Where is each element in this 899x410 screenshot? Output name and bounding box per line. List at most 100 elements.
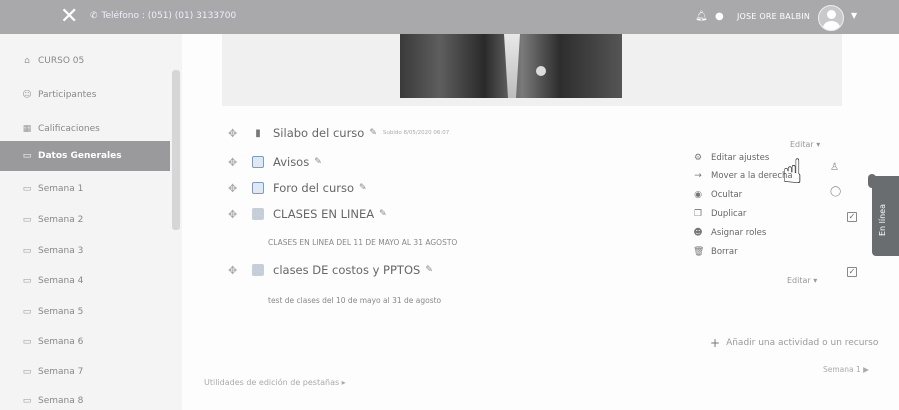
add-activity-link[interactable]: + Añadir una actividad o un recurso bbox=[710, 336, 878, 350]
move-icon[interactable]: ✥ bbox=[228, 182, 242, 195]
gear-icon: ⚙ bbox=[693, 153, 703, 163]
user-name[interactable]: JOSE ORE BALBIN bbox=[737, 12, 810, 21]
activity-description: CLASES EN LINEA DEL 11 DE MAYO AL 31 AGO… bbox=[268, 238, 458, 247]
sidebar-item-semana-3[interactable]: ▭ Semana 3 bbox=[0, 236, 170, 266]
sidebar-item-semana-8[interactable]: ▭ Semana 8 bbox=[0, 386, 170, 410]
activity-silabo[interactable]: ✥ ▮ Silabo del curso ✎ Subido 8/05/2020 … bbox=[228, 126, 449, 140]
avatar[interactable] bbox=[818, 5, 844, 31]
move-icon[interactable]: ✥ bbox=[228, 264, 242, 277]
sidebar-item-label: Datos Generales bbox=[38, 151, 122, 161]
edit-dropdown-costos[interactable]: Editar ▾ bbox=[787, 276, 817, 285]
sidebar-item-label: Semana 3 bbox=[38, 246, 84, 256]
url-icon bbox=[252, 264, 264, 276]
activity-name[interactable]: Foro del curso bbox=[273, 181, 354, 195]
sidebar-item-label: Semana 2 bbox=[38, 215, 84, 225]
users-icon: ☺ bbox=[22, 90, 32, 100]
activity-name[interactable]: CLASES EN LINEA bbox=[273, 207, 374, 221]
trash-icon: 🗑︎ bbox=[693, 247, 705, 257]
sidebar-item-label: Calificaciones bbox=[38, 124, 100, 134]
user-icon: ☻ bbox=[693, 228, 703, 238]
activity-foro[interactable]: ✥ Foro del curso ✎ bbox=[228, 181, 367, 195]
move-icon[interactable]: ✥ bbox=[228, 208, 242, 221]
activity-avisos[interactable]: ✥ Avisos ✎ bbox=[228, 155, 322, 169]
menu-delete[interactable]: 🗑︎ Borrar bbox=[693, 247, 738, 257]
menu-item-label: Duplicar bbox=[711, 209, 747, 219]
edit-label: Editar bbox=[790, 140, 814, 149]
sidebar-item-calificaciones[interactable]: ▦ Calificaciones bbox=[0, 114, 170, 144]
tab-utilities-link[interactable]: Utilidades de edición de pestañas ▸ bbox=[204, 378, 346, 387]
sidebar-item-semana-5[interactable]: ▭ Semana 5 bbox=[0, 297, 170, 327]
sidebar-item-label: Semana 7 bbox=[38, 367, 84, 377]
menu-assign-roles[interactable]: ☻ Asignar roles bbox=[693, 228, 766, 238]
sidebar-item-semana-7[interactable]: ▭ Semana 7 bbox=[0, 357, 170, 387]
folder-icon: ▭ bbox=[22, 215, 32, 225]
folder-icon: ▭ bbox=[22, 276, 32, 286]
pencil-icon[interactable]: ✎ bbox=[359, 183, 367, 193]
menu-hide[interactable]: ◉ Ocultar bbox=[693, 190, 742, 200]
activity-clases-linea[interactable]: ✥ CLASES EN LINEA ✎ bbox=[228, 207, 387, 221]
chevron-down-icon[interactable]: ▼ bbox=[851, 11, 857, 20]
activity-name[interactable]: Silabo del curso bbox=[273, 126, 364, 140]
sidebar-item-label: Semana 6 bbox=[38, 337, 84, 347]
completion-checkbox[interactable]: ✓ bbox=[847, 267, 857, 277]
pencil-icon[interactable]: ✎ bbox=[314, 157, 322, 167]
pencil-icon[interactable]: ✎ bbox=[425, 265, 433, 275]
online-users-tab[interactable]: En línea bbox=[868, 174, 899, 256]
top-navbar: ✕ ✆ Teléfono : (051) (01) 3133700 🔔︎ ● J… bbox=[0, 0, 899, 34]
activity-clases-costos[interactable]: ✥ clases DE costos y PPTOS ✎ bbox=[228, 263, 433, 277]
sidebar-item-semana-4[interactable]: ▭ Semana 4 bbox=[0, 266, 170, 296]
chat-icon[interactable]: ● bbox=[715, 11, 724, 22]
folder-icon: ▭ bbox=[22, 337, 32, 347]
folder-icon: ▭ bbox=[22, 246, 32, 256]
bell-icon[interactable]: 🔔︎ bbox=[695, 11, 708, 22]
close-icon[interactable]: ✕ bbox=[60, 5, 78, 29]
sidebar-scrollbar[interactable] bbox=[172, 70, 180, 230]
menu-item-label: Borrar bbox=[711, 247, 738, 257]
table-icon: ▦ bbox=[22, 124, 32, 134]
sidebar-item-label: Semana 5 bbox=[38, 307, 84, 317]
folder-icon: ▭ bbox=[22, 184, 32, 194]
forum-icon bbox=[252, 182, 264, 194]
menu-item-label: Editar ajustes bbox=[711, 153, 770, 163]
sidebar-item-label: CURSO 05 bbox=[38, 56, 85, 66]
menu-duplicate[interactable]: ❐ Duplicar bbox=[693, 209, 746, 219]
group-mode-icon[interactable]: ◯ bbox=[830, 186, 841, 197]
person-icon[interactable]: ♙ bbox=[830, 162, 839, 173]
graduation-cap-icon: ⌂ bbox=[24, 56, 30, 66]
sidebar-item-semana-2[interactable]: ▭ Semana 2 bbox=[0, 205, 170, 235]
add-activity-label: Añadir una actividad o un recurso bbox=[726, 338, 879, 348]
menu-item-label: Ocultar bbox=[711, 190, 743, 200]
move-icon[interactable]: ✥ bbox=[228, 156, 242, 169]
forum-icon bbox=[252, 156, 264, 168]
sidebar: ▲ ⌂ CURSO 05 ☺ Participantes ▦ Calificac… bbox=[0, 34, 182, 410]
upload-date: Subido 8/05/2020 06:07 bbox=[382, 130, 450, 136]
sidebar-item-semana-6[interactable]: ▭ Semana 6 bbox=[0, 327, 170, 357]
sidebar-item-curso[interactable]: ⌂ CURSO 05 bbox=[0, 46, 170, 76]
sidebar-item-participantes[interactable]: ☺ Participantes bbox=[0, 80, 170, 110]
phone-text: Teléfono : (051) (01) 3133700 bbox=[101, 11, 237, 21]
sidebar-item-datos-generales[interactable]: ▭ Datos Generales bbox=[0, 141, 170, 171]
pencil-icon[interactable]: ✎ bbox=[369, 128, 377, 138]
move-icon[interactable]: ✥ bbox=[228, 127, 242, 140]
sidebar-item-label: Participantes bbox=[38, 90, 97, 100]
course-banner bbox=[222, 34, 842, 106]
completion-checkbox[interactable]: ✓ bbox=[847, 212, 857, 222]
plus-icon: + bbox=[710, 336, 721, 350]
phone-icon: ✆ bbox=[90, 11, 98, 21]
menu-edit-settings[interactable]: ⚙ Editar ajustes bbox=[693, 153, 769, 163]
banner-image bbox=[400, 34, 622, 98]
activity-description: test de clases del 10 de mayo al 31 de a… bbox=[268, 296, 442, 305]
menu-move-right[interactable]: → Mover a la derecha bbox=[693, 171, 792, 181]
sidebar-item-label: Semana 1 bbox=[38, 184, 84, 194]
online-tab-label: En línea bbox=[878, 203, 887, 236]
activity-name[interactable]: Avisos bbox=[273, 155, 309, 169]
folder-icon: ▭ bbox=[22, 307, 32, 317]
next-section-link[interactable]: Semana 1 ▶ bbox=[823, 365, 869, 374]
sidebar-item-semana-1[interactable]: ▭ Semana 1 bbox=[0, 174, 170, 204]
activity-name[interactable]: clases DE costos y PPTOS bbox=[273, 263, 420, 277]
arrow-right-icon: → bbox=[694, 171, 702, 181]
pencil-icon[interactable]: ✎ bbox=[379, 209, 387, 219]
sidebar-item-label: Semana 4 bbox=[38, 276, 84, 286]
folder-icon: ▭ bbox=[22, 396, 32, 406]
edit-dropdown-silabo[interactable]: Editar ▾ bbox=[790, 140, 820, 149]
